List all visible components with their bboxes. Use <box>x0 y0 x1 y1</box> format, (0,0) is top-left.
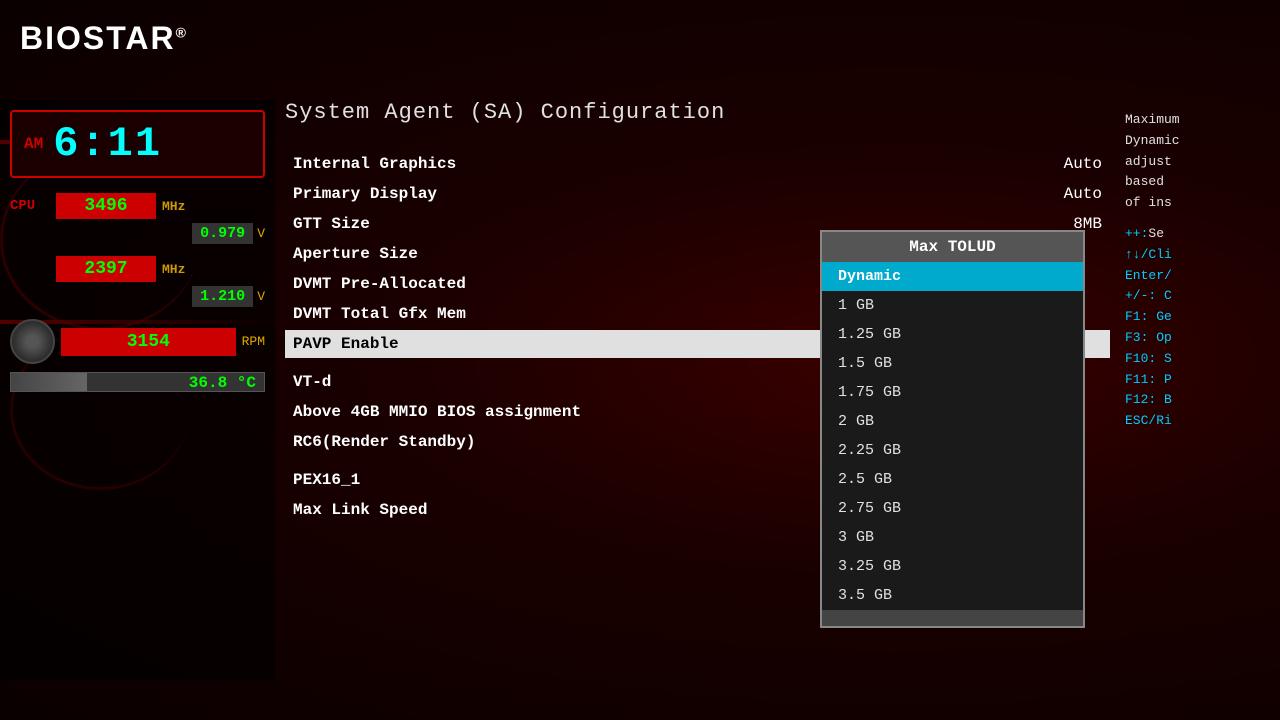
mem-voltage-unit: V <box>257 289 265 304</box>
help-key-line: F3: Op <box>1125 328 1270 349</box>
menu-label-0: Internal Graphics <box>293 155 456 173</box>
dropdown-option-0[interactable]: Dynamic <box>822 262 1083 291</box>
right-help-panel: MaximumDynamicadjustbasedof ins ++:Se↑↓/C… <box>1115 100 1280 442</box>
cpu-voltage-row: 0.979 V <box>10 223 265 244</box>
help-desc-line: Dynamic <box>1125 131 1270 152</box>
dropdown-option-3[interactable]: 1.5 GB <box>822 349 1083 378</box>
max-tolud-dropdown[interactable]: Max TOLUDDynamic1 GB1.25 GB1.5 GB1.75 GB… <box>820 230 1085 628</box>
help-key-line: F11: P <box>1125 370 1270 391</box>
left-system-panel: AM 6:11 CPU 3496 MHz 0.979 V 2397 MHz 1.… <box>0 100 275 680</box>
help-text: MaximumDynamicadjustbasedof ins ++:Se↑↓/C… <box>1125 110 1270 432</box>
help-key-line: Enter/ <box>1125 266 1270 287</box>
help-key-line: ESC/Ri <box>1125 411 1270 432</box>
cpu-freq-row: CPU 3496 MHz <box>10 193 265 219</box>
help-key-line: F12: B <box>1125 390 1270 411</box>
cpu-stat-section: CPU 3496 MHz 0.979 V <box>10 193 265 244</box>
mem-stat-section: 2397 MHz 1.210 V <box>10 256 265 307</box>
mem-voltage-row: 1.210 V <box>10 286 265 307</box>
biostar-logo: BIOSTAR® <box>20 20 188 57</box>
menu-label-3: Aperture Size <box>293 245 418 263</box>
logo-text: BIOSTAR® <box>20 20 188 57</box>
fan-rpm-row: 3154 RPM <box>10 319 265 364</box>
menu-row-0[interactable]: Internal Graphics Auto <box>285 150 1110 178</box>
dropdown-option-11[interactable]: 3.5 GB <box>822 581 1083 610</box>
menu-label-2: GTT Size <box>293 215 370 233</box>
logo-registered: ® <box>176 24 188 40</box>
dropdown-option-7[interactable]: 2.5 GB <box>822 465 1083 494</box>
menu-label-5: DVMT Total Gfx Mem <box>293 305 466 323</box>
help-desc-line: based <box>1125 172 1270 193</box>
dropdown-title: Max TOLUD <box>822 232 1083 262</box>
dropdown-option-4[interactable]: 1.75 GB <box>822 378 1083 407</box>
clock-display: AM 6:11 <box>10 110 265 178</box>
mem-voltage-value: 1.210 <box>192 286 253 307</box>
help-desc-line: Maximum <box>1125 110 1270 131</box>
help-desc-line: adjust <box>1125 152 1270 173</box>
dropdown-option-1[interactable]: 1 GB <box>822 291 1083 320</box>
dropdown-option-8[interactable]: 2.75 GB <box>822 494 1083 523</box>
mem-freq-row: 2397 MHz <box>10 256 265 282</box>
help-key-line: F10: S <box>1125 349 1270 370</box>
logo-brand: BIOSTAR <box>20 20 176 56</box>
temp-unit: °C <box>237 374 256 392</box>
dropdown-option-5[interactable]: 2 GB <box>822 407 1083 436</box>
cpu-voltage-value: 0.979 <box>192 223 253 244</box>
cpu-freq-unit: MHz <box>162 199 197 214</box>
temperature-bar: 36.8 °C <box>10 372 265 392</box>
page-title: System Agent (SA) Configuration <box>285 100 1110 125</box>
menu-label-7: VT-d <box>293 373 331 391</box>
cpu-freq-value: 3496 <box>56 193 156 219</box>
menu-label-8: Above 4GB MMIO BIOS assignment <box>293 403 581 421</box>
help-key-line: ↑↓/Cli <box>1125 245 1270 266</box>
menu-label-1: Primary Display <box>293 185 437 203</box>
menu-label-11: Max Link Speed <box>293 501 427 519</box>
fan-icon <box>10 319 55 364</box>
fan-rpm-value: 3154 <box>61 328 236 356</box>
menu-value-0: Auto <box>1064 155 1102 173</box>
menu-label-9: RC6(Render Standby) <box>293 433 475 451</box>
help-key-line: +/-: C <box>1125 286 1270 307</box>
menu-label-10: PEX16_1 <box>293 471 360 489</box>
cpu-voltage-unit: V <box>257 226 265 241</box>
cpu-label: CPU <box>10 198 50 214</box>
menu-row-1[interactable]: Primary Display Auto <box>285 180 1110 208</box>
help-key-line: F1: Ge <box>1125 307 1270 328</box>
help-desc-line: of ins <box>1125 193 1270 214</box>
dropdown-option-10[interactable]: 3.25 GB <box>822 552 1083 581</box>
menu-value-1: Auto <box>1064 185 1102 203</box>
temp-bar-fill <box>11 373 87 391</box>
menu-label-6: PAVP Enable <box>293 335 399 353</box>
fan-rpm-unit: RPM <box>242 334 265 349</box>
menu-label-4: DVMT Pre-Allocated <box>293 275 466 293</box>
dropdown-option-6[interactable]: 2.25 GB <box>822 436 1083 465</box>
help-key-line: ++:Se <box>1125 224 1270 245</box>
dropdown-scrollbar <box>822 610 1083 626</box>
clock-ampm: AM <box>24 135 43 153</box>
dropdown-option-2[interactable]: 1.25 GB <box>822 320 1083 349</box>
mem-freq-value: 2397 <box>56 256 156 282</box>
dropdown-option-9[interactable]: 3 GB <box>822 523 1083 552</box>
clock-time: 6:11 <box>53 120 162 168</box>
temperature-value: 36.8 °C <box>189 373 256 393</box>
temp-number: 36.8 <box>189 374 227 392</box>
mem-freq-unit: MHz <box>162 262 197 277</box>
